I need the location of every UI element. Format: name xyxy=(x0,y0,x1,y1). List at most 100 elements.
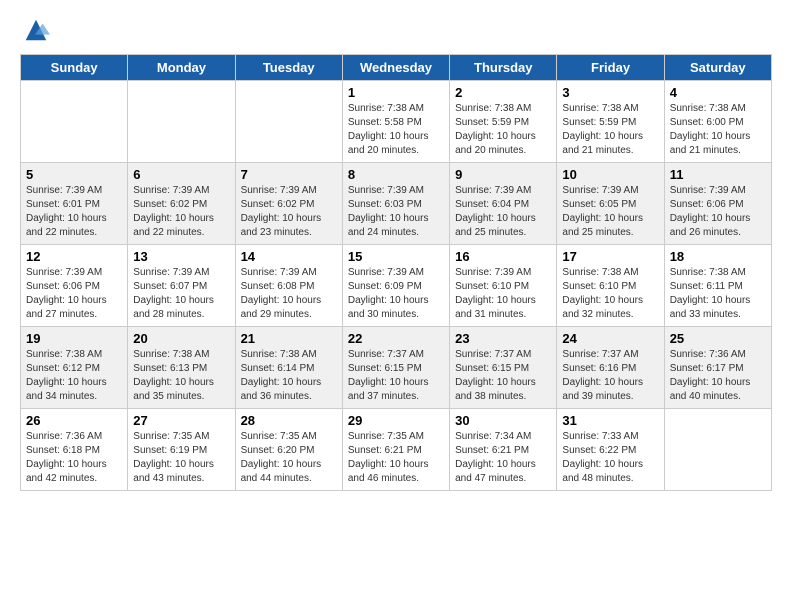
calendar-cell: 27 Sunrise: 7:35 AM Sunset: 6:19 PM Dayli… xyxy=(128,409,235,491)
calendar-week-row: 1Sunrise: 7:38 AM Sunset: 5:58 PM Daylig… xyxy=(21,81,772,163)
day-info: Sunrise: 7:36 AM Sunset: 6:18 PM Dayligh… xyxy=(26,430,122,486)
day-info: Sunrise: 7:38 AM Sunset: 6:13 PM Dayligh… xyxy=(133,348,229,404)
day-info: Sunrise: 7:39 AM Sunset: 6:05 PM Dayligh… xyxy=(562,184,658,240)
day-info: Sunrise: 7:39 AM Sunset: 6:08 PM Dayligh… xyxy=(241,266,337,322)
calendar-cell: 1Sunrise: 7:38 AM Sunset: 5:58 PM Daylig… xyxy=(342,81,449,163)
day-number: 6 xyxy=(133,167,229,182)
calendar-cell: 14 Sunrise: 7:39 AM Sunset: 6:08 PM Dayli… xyxy=(235,245,342,327)
calendar-cell: 15 Sunrise: 7:39 AM Sunset: 6:09 PM Dayli… xyxy=(342,245,449,327)
day-info: Sunrise: 7:33 AM Sunset: 6:22 PM Dayligh… xyxy=(562,430,658,486)
day-number: 2 xyxy=(455,85,551,100)
calendar-cell: 12 Sunrise: 7:39 AM Sunset: 6:06 PM Dayli… xyxy=(21,245,128,327)
day-info: Sunrise: 7:38 AM Sunset: 6:11 PM Dayligh… xyxy=(670,266,766,322)
calendar-cell: 25 Sunrise: 7:36 AM Sunset: 6:17 PM Dayli… xyxy=(664,327,771,409)
calendar-cell: 7Sunrise: 7:39 AM Sunset: 6:02 PM Daylig… xyxy=(235,163,342,245)
day-number: 8 xyxy=(348,167,444,182)
calendar-cell: 24 Sunrise: 7:37 AM Sunset: 6:16 PM Dayli… xyxy=(557,327,664,409)
day-info: Sunrise: 7:39 AM Sunset: 6:10 PM Dayligh… xyxy=(455,266,551,322)
day-of-week-header: Thursday xyxy=(450,55,557,81)
calendar-cell: 8 Sunrise: 7:39 AM Sunset: 6:03 PM Daylig… xyxy=(342,163,449,245)
day-of-week-header: Monday xyxy=(128,55,235,81)
day-number: 14 xyxy=(241,249,337,264)
day-of-week-header: Saturday xyxy=(664,55,771,81)
day-number: 21 xyxy=(241,331,337,346)
calendar-cell: 5Sunrise: 7:39 AM Sunset: 6:01 PM Daylig… xyxy=(21,163,128,245)
calendar-cell: 30 Sunrise: 7:34 AM Sunset: 6:21 PM Dayli… xyxy=(450,409,557,491)
day-of-week-header: Tuesday xyxy=(235,55,342,81)
day-number: 13 xyxy=(133,249,229,264)
calendar-cell: 4 Sunrise: 7:38 AM Sunset: 6:00 PM Daylig… xyxy=(664,81,771,163)
calendar-week-row: 12 Sunrise: 7:39 AM Sunset: 6:06 PM Dayli… xyxy=(21,245,772,327)
day-number: 10 xyxy=(562,167,658,182)
day-info: Sunrise: 7:35 AM Sunset: 6:19 PM Dayligh… xyxy=(133,430,229,486)
day-number: 3 xyxy=(562,85,658,100)
calendar-week-row: 5Sunrise: 7:39 AM Sunset: 6:01 PM Daylig… xyxy=(21,163,772,245)
calendar-cell: 11 Sunrise: 7:39 AM Sunset: 6:06 PM Dayli… xyxy=(664,163,771,245)
page-header xyxy=(20,20,772,44)
day-info: Sunrise: 7:38 AM Sunset: 6:14 PM Dayligh… xyxy=(241,348,337,404)
day-info: Sunrise: 7:35 AM Sunset: 6:21 PM Dayligh… xyxy=(348,430,444,486)
calendar-cell: 17Sunrise: 7:38 AM Sunset: 6:10 PM Dayli… xyxy=(557,245,664,327)
calendar-table: SundayMondayTuesdayWednesdayThursdayFrid… xyxy=(20,54,772,491)
calendar-body: 1Sunrise: 7:38 AM Sunset: 5:58 PM Daylig… xyxy=(21,81,772,491)
day-number: 12 xyxy=(26,249,122,264)
day-number: 26 xyxy=(26,413,122,428)
day-number: 4 xyxy=(670,85,766,100)
calendar-header: SundayMondayTuesdayWednesdayThursdayFrid… xyxy=(21,55,772,81)
day-info: Sunrise: 7:37 AM Sunset: 6:15 PM Dayligh… xyxy=(348,348,444,404)
calendar-cell: 19Sunrise: 7:38 AM Sunset: 6:12 PM Dayli… xyxy=(21,327,128,409)
day-number: 29 xyxy=(348,413,444,428)
day-number: 25 xyxy=(670,331,766,346)
day-info: Sunrise: 7:35 AM Sunset: 6:20 PM Dayligh… xyxy=(241,430,337,486)
calendar-cell: 31 Sunrise: 7:33 AM Sunset: 6:22 PM Dayli… xyxy=(557,409,664,491)
calendar-cell xyxy=(664,409,771,491)
calendar-cell: 21 Sunrise: 7:38 AM Sunset: 6:14 PM Dayli… xyxy=(235,327,342,409)
day-number: 30 xyxy=(455,413,551,428)
day-number: 9 xyxy=(455,167,551,182)
day-number: 22 xyxy=(348,331,444,346)
day-info: Sunrise: 7:39 AM Sunset: 6:09 PM Dayligh… xyxy=(348,266,444,322)
day-info: Sunrise: 7:34 AM Sunset: 6:21 PM Dayligh… xyxy=(455,430,551,486)
day-number: 24 xyxy=(562,331,658,346)
calendar-cell: 10 Sunrise: 7:39 AM Sunset: 6:05 PM Dayli… xyxy=(557,163,664,245)
calendar-cell xyxy=(21,81,128,163)
day-of-week-header: Friday xyxy=(557,55,664,81)
calendar-cell: 16 Sunrise: 7:39 AM Sunset: 6:10 PM Dayli… xyxy=(450,245,557,327)
day-info: Sunrise: 7:37 AM Sunset: 6:16 PM Dayligh… xyxy=(562,348,658,404)
calendar-cell xyxy=(128,81,235,163)
calendar-cell: 29 Sunrise: 7:35 AM Sunset: 6:21 PM Dayli… xyxy=(342,409,449,491)
day-number: 19 xyxy=(26,331,122,346)
day-number: 16 xyxy=(455,249,551,264)
day-info: Sunrise: 7:36 AM Sunset: 6:17 PM Dayligh… xyxy=(670,348,766,404)
calendar-week-row: 26 Sunrise: 7:36 AM Sunset: 6:18 PM Dayli… xyxy=(21,409,772,491)
day-info: Sunrise: 7:39 AM Sunset: 6:03 PM Dayligh… xyxy=(348,184,444,240)
day-info: Sunrise: 7:39 AM Sunset: 6:06 PM Dayligh… xyxy=(670,184,766,240)
day-of-week-header: Sunday xyxy=(21,55,128,81)
day-number: 31 xyxy=(562,413,658,428)
day-number: 11 xyxy=(670,167,766,182)
calendar-cell: 3Sunrise: 7:38 AM Sunset: 5:59 PM Daylig… xyxy=(557,81,664,163)
calendar-cell: 20 Sunrise: 7:38 AM Sunset: 6:13 PM Dayli… xyxy=(128,327,235,409)
day-number: 18 xyxy=(670,249,766,264)
day-number: 23 xyxy=(455,331,551,346)
day-info: Sunrise: 7:39 AM Sunset: 6:07 PM Dayligh… xyxy=(133,266,229,322)
day-number: 27 xyxy=(133,413,229,428)
day-info: Sunrise: 7:38 AM Sunset: 5:58 PM Dayligh… xyxy=(348,102,444,158)
logo xyxy=(20,20,50,44)
logo-icon xyxy=(22,16,50,44)
day-number: 20 xyxy=(133,331,229,346)
day-number: 28 xyxy=(241,413,337,428)
calendar-cell: 9Sunrise: 7:39 AM Sunset: 6:04 PM Daylig… xyxy=(450,163,557,245)
calendar-cell: 2Sunrise: 7:38 AM Sunset: 5:59 PM Daylig… xyxy=(450,81,557,163)
day-number: 7 xyxy=(241,167,337,182)
calendar-cell: 22 Sunrise: 7:37 AM Sunset: 6:15 PM Dayli… xyxy=(342,327,449,409)
day-info: Sunrise: 7:39 AM Sunset: 6:01 PM Dayligh… xyxy=(26,184,122,240)
day-info: Sunrise: 7:38 AM Sunset: 6:00 PM Dayligh… xyxy=(670,102,766,158)
calendar-cell xyxy=(235,81,342,163)
day-info: Sunrise: 7:39 AM Sunset: 6:06 PM Dayligh… xyxy=(26,266,122,322)
calendar-week-row: 19Sunrise: 7:38 AM Sunset: 6:12 PM Dayli… xyxy=(21,327,772,409)
calendar-cell: 26 Sunrise: 7:36 AM Sunset: 6:18 PM Dayli… xyxy=(21,409,128,491)
day-number: 15 xyxy=(348,249,444,264)
calendar-cell: 18 Sunrise: 7:38 AM Sunset: 6:11 PM Dayli… xyxy=(664,245,771,327)
day-of-week-header: Wednesday xyxy=(342,55,449,81)
